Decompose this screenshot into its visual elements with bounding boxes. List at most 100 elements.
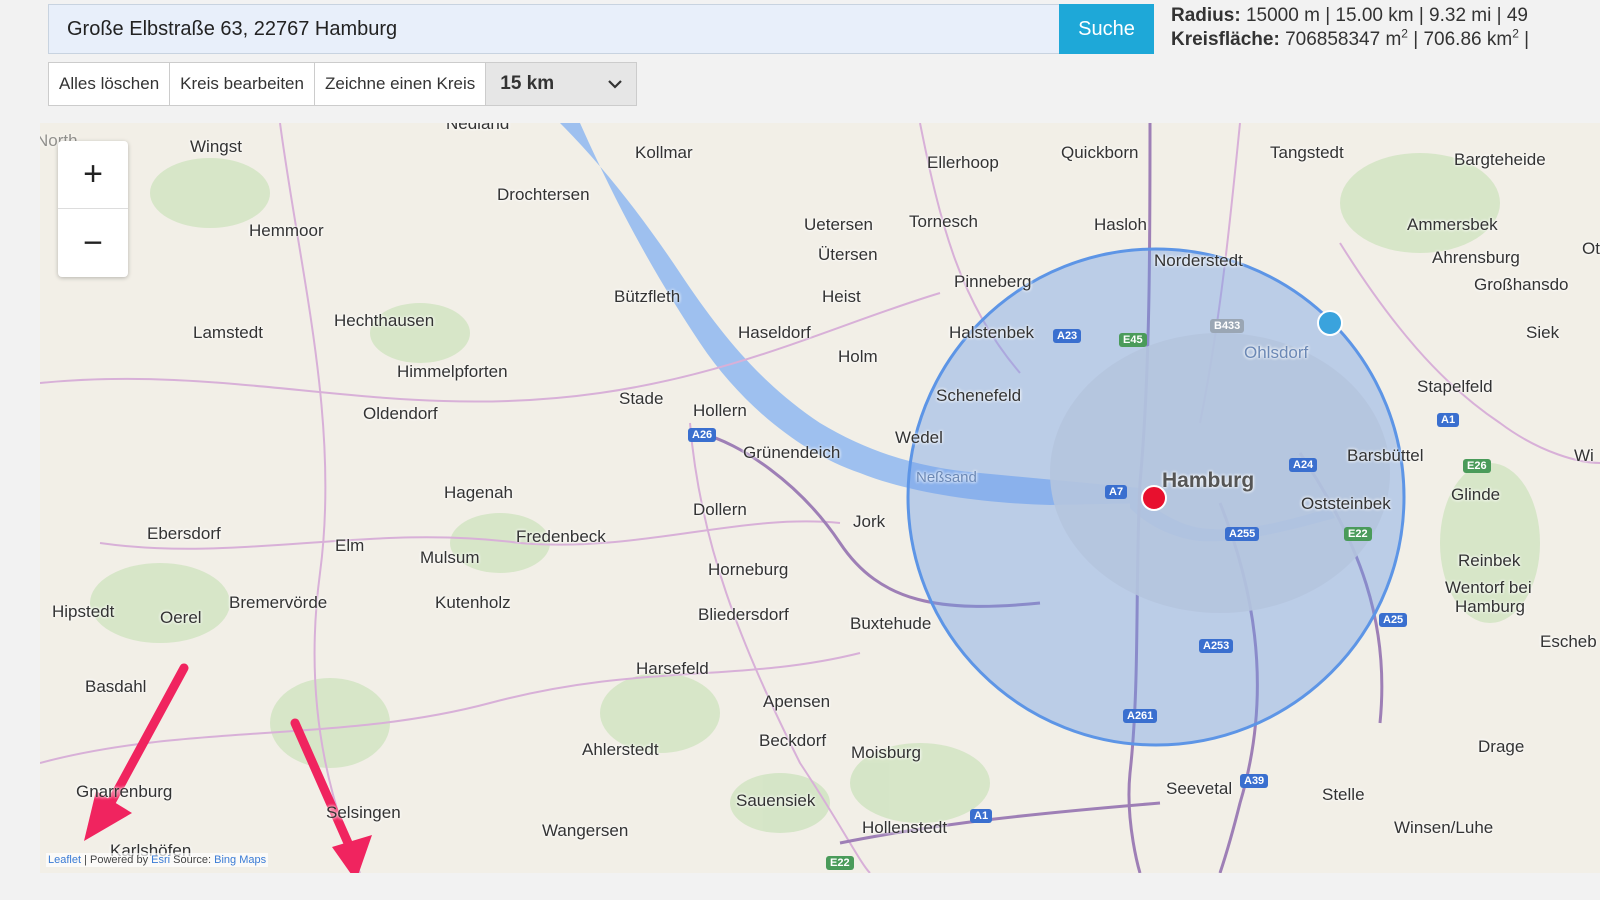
place-label: Lamstedt	[193, 323, 263, 342]
zoom-control: + −	[58, 141, 128, 277]
place-label: Wentorf bei	[1445, 578, 1532, 597]
place-label: Gnarrenburg	[76, 782, 173, 801]
road-shield: A23	[1053, 329, 1082, 343]
place-label: Haseldorf	[738, 323, 811, 342]
road-shield: A253	[1199, 639, 1234, 653]
radius-select-value: 15 km	[500, 73, 555, 94]
road-shield: A39	[1240, 774, 1269, 788]
area-sup-2: 2	[1512, 26, 1519, 41]
place-label: Mulsum	[420, 548, 480, 567]
place-label: Selsingen	[326, 803, 401, 822]
area-value-km2: | 706.86 km	[1407, 29, 1513, 50]
road-shield: A25	[1379, 613, 1408, 627]
place-label: Siek	[1526, 323, 1560, 342]
place-label: Hasloh	[1094, 215, 1147, 234]
place-label: Stelle	[1322, 785, 1365, 804]
place-label: Neßsand	[916, 469, 977, 486]
place-label: Basdahl	[85, 677, 147, 696]
place-label: Quickborn	[1061, 143, 1139, 162]
place-label: Apensen	[763, 692, 831, 711]
place-label: Halstenbek	[949, 323, 1035, 342]
place-label: Großhansdo	[1474, 275, 1569, 294]
zoom-out-button[interactable]: −	[58, 209, 128, 277]
place-label: Drochtersen	[497, 185, 590, 204]
place-label: Schenefeld	[936, 386, 1022, 405]
road-shield: A1	[1437, 413, 1460, 427]
road-shield: B433	[1210, 319, 1245, 333]
place-label: Wangersen	[542, 821, 629, 840]
place-label: Drage	[1478, 737, 1525, 756]
place-label: Stapelfeld	[1417, 377, 1493, 396]
place-label: Oerel	[160, 608, 202, 627]
place-label: Bremervörde	[229, 593, 328, 612]
place-label: Wingst	[190, 137, 242, 156]
place-label: Hamburg	[1455, 597, 1525, 616]
place-label: Barsbüttel	[1347, 446, 1424, 465]
circle-stats: Radius: 15000 m | 15.00 km | 9.32 mi | 4…	[1171, 4, 1600, 52]
place-label: Harsefeld	[636, 659, 709, 678]
place-label: Ohlsdorf	[1244, 343, 1309, 362]
area-tail: |	[1518, 29, 1530, 50]
place-label: Ütersen	[818, 245, 878, 264]
radius-label: Radius:	[1171, 5, 1241, 26]
road-shield: A261	[1123, 709, 1158, 723]
resize-handle	[1317, 310, 1343, 336]
place-label: Dollern	[693, 500, 747, 519]
place-label: Wi	[1574, 446, 1594, 465]
area-row: Kreisfläche: 706858347 m2 | 706.86 km2 |	[1171, 28, 1600, 52]
area-value-m2: 706858347 m	[1285, 29, 1402, 50]
map-toolbar: Alles löschen Kreis bearbeiten Zeichne e…	[48, 62, 638, 106]
place-label: Norderstedt	[1154, 251, 1243, 270]
leaflet-link[interactable]: Leaflet	[48, 854, 81, 866]
place-label: Oststeinbek	[1301, 494, 1391, 513]
place-label: Escheb	[1540, 632, 1597, 651]
radius-value: 15000 m | 15.00 km | 9.32 mi | 49	[1245, 5, 1528, 26]
map-attribution: Leaflet | Powered by Esri Source: Bing M…	[46, 853, 269, 867]
place-label: Heist	[822, 287, 861, 306]
road-shield: A1	[970, 809, 993, 823]
place-label: Hagenah	[444, 483, 514, 502]
search-button[interactable]: Suche	[1059, 4, 1154, 54]
place-label: Jork	[853, 512, 886, 531]
place-label: Himmelpforten	[397, 362, 508, 381]
attrib-source: Source:	[170, 854, 215, 866]
area-sup-1: 2	[1401, 26, 1408, 41]
road-shield: A26	[688, 428, 717, 442]
road-shield: A24	[1289, 458, 1318, 472]
place-label: Holm	[838, 347, 878, 366]
place-label: Reinbek	[1458, 551, 1521, 570]
city-label-hamburg: Hamburg	[1162, 469, 1255, 492]
place-label: Hollern	[693, 401, 747, 420]
place-label: Ellerhoop	[927, 153, 999, 172]
place-label: Moisburg	[851, 743, 921, 762]
place-label: Seevetal	[1166, 779, 1233, 798]
clear-all-button[interactable]: Alles löschen	[48, 62, 171, 106]
place-label: Hollenstedt	[862, 818, 948, 837]
place-label: Bützfleth	[614, 287, 681, 306]
place-label: Fredenbeck	[516, 527, 606, 546]
place-label: Buxtehude	[850, 614, 932, 633]
esri-link[interactable]: Esri	[151, 854, 170, 866]
place-label: Ammersbek	[1407, 215, 1498, 234]
address-search-bar: Suche	[48, 4, 1154, 54]
app-root: Suche Radius: 15000 m | 15.00 km | 9.32 …	[0, 0, 1600, 900]
map-view[interactable]: Kollmar Ellerhoop Quickborn Tangstedt Ba…	[40, 123, 1600, 873]
road-shield: E22	[1344, 527, 1372, 541]
place-label: Ot	[1582, 239, 1600, 258]
address-search-input[interactable]	[48, 4, 1060, 54]
place-label: Kollmar	[635, 143, 693, 162]
zoom-in-button[interactable]: +	[58, 141, 128, 209]
radius-select[interactable]: 15 km	[485, 62, 638, 106]
draw-circle-button[interactable]: Zeichne einen Kreis	[313, 62, 487, 106]
place-label: Bargteheide	[1454, 150, 1546, 169]
road-shield: E26	[1463, 459, 1491, 473]
edit-circle-button[interactable]: Kreis bearbeiten	[169, 62, 315, 106]
place-label: Pinneberg	[954, 272, 1032, 291]
place-label: Hechthausen	[334, 311, 435, 330]
place-label: Hipstedt	[52, 602, 115, 621]
bing-link[interactable]: Bing Maps	[214, 854, 266, 866]
attrib-sep: | Powered by	[81, 854, 152, 866]
place-label: Grünendeich	[743, 443, 841, 462]
place-label: Ahlerstedt	[582, 740, 659, 759]
road-shield: E45	[1119, 333, 1147, 347]
